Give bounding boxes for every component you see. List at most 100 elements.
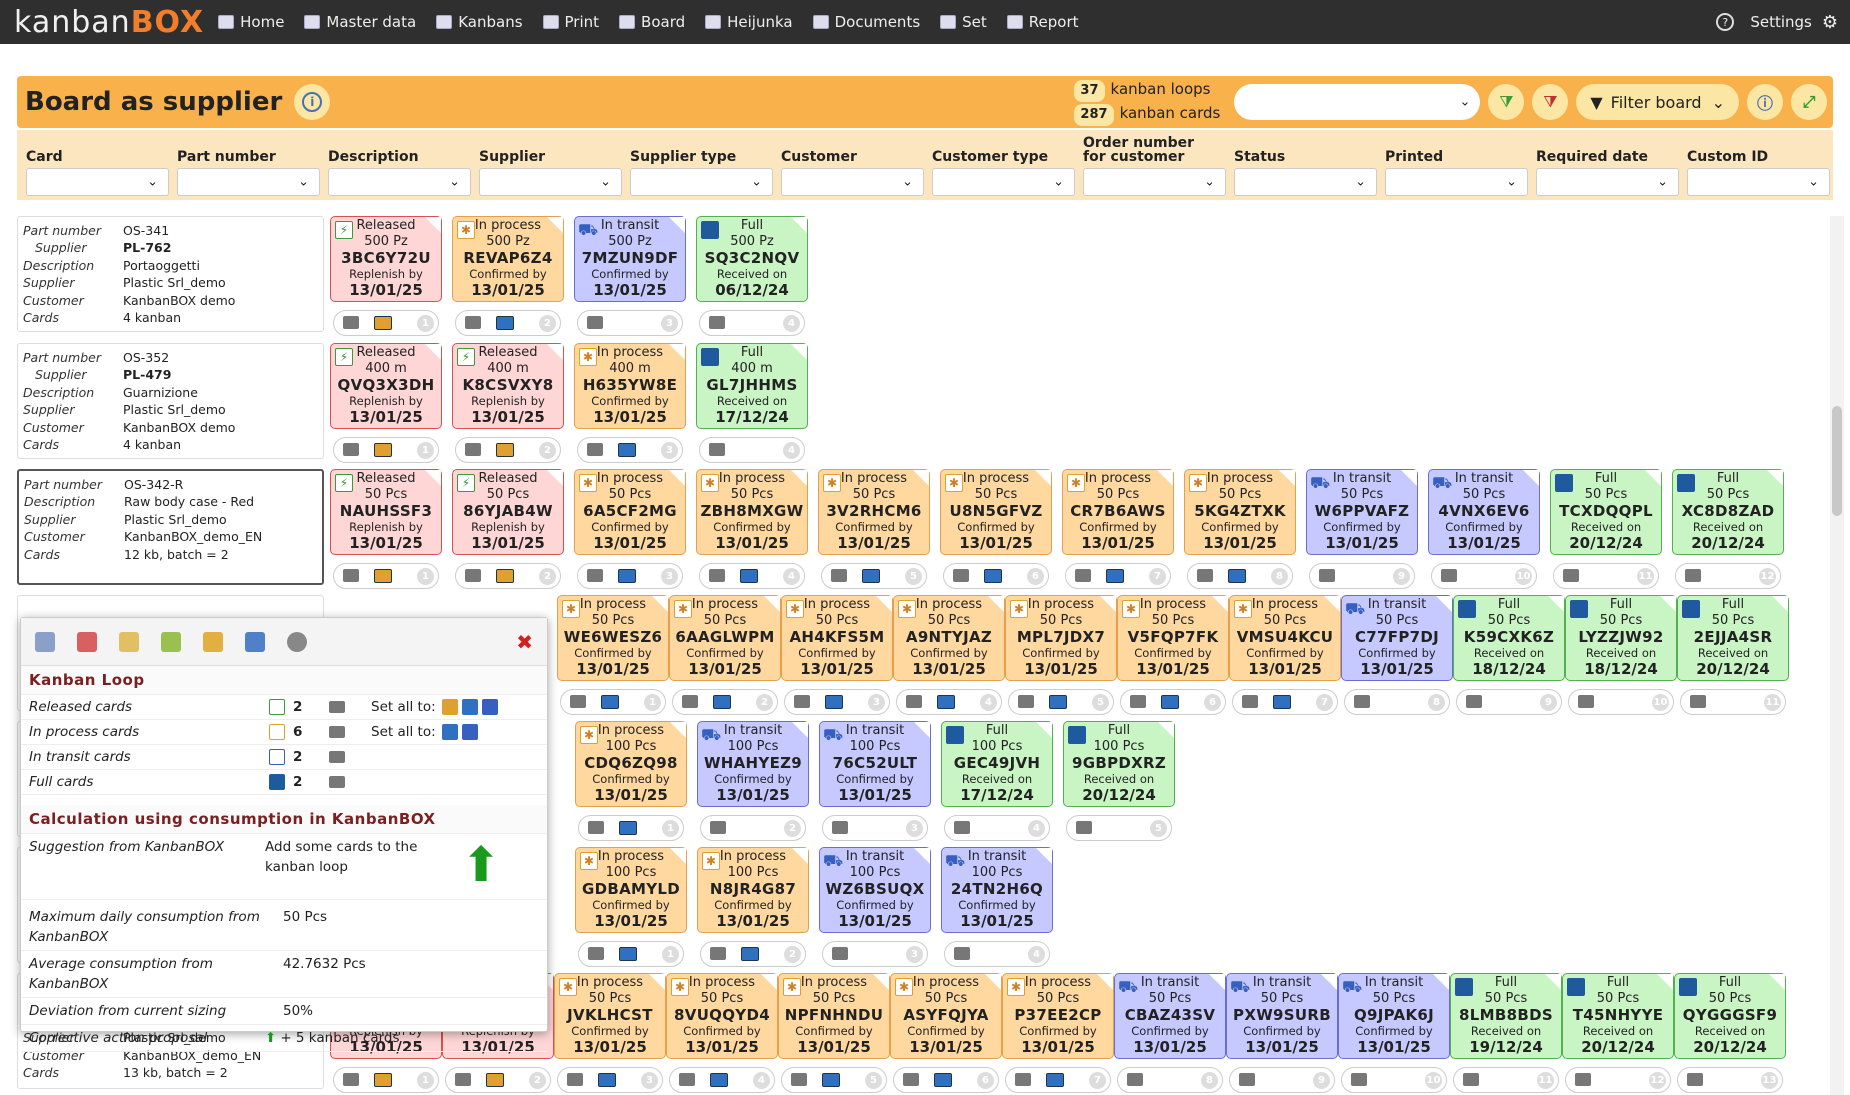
kanban-card[interactable]: Full 50 Pcs 2EJJA4SR Received on 20/12/24 11 <box>1677 595 1789 717</box>
filter-select[interactable]: ⌄ <box>1536 168 1679 196</box>
kanban-card[interactable]: In process 50 Pcs A9NTYJAZ Confirmed by 13/0… <box>893 595 1005 717</box>
advance-status-icon[interactable] <box>1228 569 1246 583</box>
print-icon[interactable] <box>953 569 969 582</box>
print-icon[interactable] <box>791 1073 807 1086</box>
nav-print[interactable]: Print <box>542 13 599 31</box>
kanban-card[interactable]: In process 500 Pz REVAP6Z4 Confirmed by 13/0… <box>452 216 564 338</box>
print-icon[interactable] <box>587 443 603 456</box>
print-icon[interactable] <box>710 947 726 960</box>
print-icon[interactable] <box>682 695 698 708</box>
print-icon[interactable] <box>329 726 345 738</box>
kanban-card-body[interactable]: In process 50 Pcs AH4KFS5M Confirmed by 13/0… <box>781 595 893 681</box>
kanban-card-body[interactable]: Released 50 Pcs 86YJAB4W Replenish by 13/01/… <box>452 469 564 555</box>
nav-documents[interactable]: Documents <box>812 13 920 31</box>
print-icon[interactable] <box>903 1073 919 1086</box>
print-icon[interactable] <box>1685 569 1701 582</box>
print-icon[interactable] <box>1578 695 1594 708</box>
kanban-card-body[interactable]: In process 50 Pcs CR7B6AWS Confirmed by 13/0… <box>1062 469 1174 555</box>
kanban-card[interactable]: In transit 50 Pcs C77FP7DJ Confirmed by 13/0… <box>1341 595 1453 717</box>
print-icon[interactable] <box>343 1073 359 1086</box>
kanban-card[interactable]: In transit 100 Pcs WZ6BSUQX Confirmed by 13/… <box>819 847 931 969</box>
nav-home[interactable]: Home <box>218 13 284 31</box>
kanban-card-body[interactable]: In process 50 Pcs 5KG4ZTXK Confirmed by 13/0… <box>1184 469 1296 555</box>
print-icon[interactable] <box>1319 569 1335 582</box>
add-filter-button[interactable]: ⧩ <box>1488 84 1525 120</box>
kanban-card-body[interactable]: In process 50 Pcs 3V2RHCM6 Confirmed by 13/0… <box>818 469 930 555</box>
kanban-card[interactable]: In process 50 Pcs 6AAGLWPM Confirmed by 13/0… <box>669 595 781 717</box>
nav-board[interactable]: Board <box>619 13 685 31</box>
kanban-card[interactable]: Full 50 Pcs QYGGGSF9 Received on 20/12/24 13 <box>1674 973 1786 1095</box>
kanbanbox-logo[interactable]: kanbanBOX <box>14 5 204 40</box>
kanban-card-body[interactable]: In process 50 Pcs 8VUQQYD4 Confirmed by 13/0… <box>666 973 778 1059</box>
kanban-card-body[interactable]: In transit 50 Pcs 4VNX6EV6 Confirmed by 13/0… <box>1428 469 1540 555</box>
users-icon[interactable] <box>161 631 181 652</box>
kanban-card[interactable]: In process 50 Pcs ASYFQJYA Confirmed by 13/0… <box>890 973 1002 1095</box>
kanban-card-body[interactable]: In process 50 Pcs A9NTYJAZ Confirmed by 13/0… <box>893 595 1005 681</box>
print-icon[interactable] <box>1441 569 1457 582</box>
board-select[interactable]: ⌄ <box>1234 84 1481 120</box>
print-icon[interactable] <box>587 316 603 329</box>
kanban-card-body[interactable]: Released 400 m QVQ3X3DH Replenish by 13/01/2… <box>330 343 442 429</box>
print-icon[interactable] <box>1463 1073 1479 1086</box>
remove-filter-button[interactable]: ⧩ <box>1532 84 1569 120</box>
kanban-card-body[interactable]: In process 50 Pcs 6A5CF2MG Confirmed by 13/0… <box>574 469 686 555</box>
kanban-card[interactable]: Full 50 Pcs 8LMB8BDS Received on 19/12/24 11 <box>1450 973 1562 1095</box>
kanban-card[interactable]: Full 400 m GL7JHHMS Received on 17/12/24 4 <box>696 343 808 465</box>
kanban-card-body[interactable]: In process 50 Pcs V5FQP7FK Confirmed by 13/0… <box>1117 595 1229 681</box>
print-icon[interactable] <box>1076 821 1092 834</box>
print-icon[interactable] <box>954 821 970 834</box>
kanban-card-body[interactable]: Full 100 Pcs GEC49JVH Received on 17/12/24 <box>941 721 1053 807</box>
kanban-card[interactable]: In process 50 Pcs ZBH8MXGW Confirmed by 13/0… <box>696 469 808 591</box>
print-icon[interactable] <box>343 316 359 329</box>
lock-icon[interactable] <box>203 631 223 652</box>
kanban-card-body[interactable]: In process 50 Pcs P37EE2CP Confirmed by 13/0… <box>1002 973 1114 1059</box>
kanban-card[interactable]: Full 50 Pcs LYZZJW92 Received on 18/12/24 10 <box>1565 595 1677 717</box>
filter-select[interactable]: ⌄ <box>781 168 924 196</box>
kanban-card[interactable]: Released 400 m K8CSVXY8 Replenish by 13/01/2… <box>452 343 564 465</box>
kanban-card-body[interactable]: Released 50 Pcs NAUHSSF3 Replenish by 13/01/… <box>330 469 442 555</box>
advance-status-icon[interactable] <box>825 695 843 709</box>
kanban-card-body[interactable]: In transit 100 Pcs WHAHYEZ9 Confirmed by 13/… <box>697 721 809 807</box>
set-intransit-icon[interactable] <box>461 699 478 715</box>
kanban-card-body[interactable]: Full 50 Pcs T45NHYYE Received on 20/12/24 <box>1562 973 1674 1059</box>
kanban-card-body[interactable]: In transit 50 Pcs CBAZ43SV Confirmed by 13/0… <box>1114 973 1226 1059</box>
kanban-card-body[interactable]: Released 500 Pz 3BC6Y72U Replenish by 13/01/… <box>330 216 442 302</box>
kanban-card[interactable]: In process 50 Pcs CR7B6AWS Confirmed by 13/0… <box>1062 469 1174 591</box>
kanban-card[interactable]: In transit 50 Pcs Q9JPAK6J Confirmed by 13/0… <box>1338 973 1450 1095</box>
board-scrollbar[interactable] <box>1830 216 1844 1095</box>
scrollbar-thumb[interactable] <box>1832 406 1842 516</box>
kanban-card-body[interactable]: In process 500 Pz REVAP6Z4 Confirmed by 13/0… <box>452 216 564 302</box>
kanban-card[interactable]: In process 100 Pcs GDBAMYLD Confirmed by 13/… <box>575 847 687 969</box>
kanban-card-body[interactable]: In process 50 Pcs 6AAGLWPM Confirmed by 13/0… <box>669 595 781 681</box>
print-icon[interactable] <box>1018 695 1034 708</box>
advance-status-icon[interactable] <box>496 316 514 330</box>
print-icon[interactable] <box>588 947 604 960</box>
settings-link[interactable]: Settings <box>1750 13 1812 31</box>
kanban-card[interactable]: In process 50 Pcs 5KG4ZTXK Confirmed by 13/0… <box>1184 469 1296 591</box>
kanban-card[interactable]: Released 400 m QVQ3X3DH Replenish by 13/01/2… <box>330 343 442 465</box>
advance-status-icon[interactable] <box>598 1073 616 1087</box>
kanban-card[interactable]: Full 500 Pz SQ3C2NQV Received on 06/12/24 4 <box>696 216 808 338</box>
info-button[interactable]: i <box>294 84 331 120</box>
kanban-card[interactable]: In transit 50 Pcs W6PPVAFZ Confirmed by 13/0… <box>1306 469 1418 591</box>
board-info-button[interactable]: ⓘ <box>1747 84 1783 120</box>
print-icon[interactable] <box>1351 1073 1367 1086</box>
nav-kanbans[interactable]: Kanbans <box>436 13 523 31</box>
kanban-card[interactable]: In process 50 Pcs VMSU4KCU Confirmed by 13/0… <box>1229 595 1341 717</box>
kanban-card[interactable]: In process 50 Pcs U8N5GFVZ Confirmed by 13/0… <box>940 469 1052 591</box>
print-icon[interactable] <box>954 947 970 960</box>
kanban-card-body[interactable]: In process 50 Pcs ZBH8MXGW Confirmed by 13/0… <box>696 469 808 555</box>
print-icon[interactable] <box>709 316 725 329</box>
kanban-card[interactable]: Full 100 Pcs GEC49JVH Received on 17/12/24 4 <box>941 721 1053 843</box>
kanban-card-body[interactable]: Full 50 Pcs TCXDQQPL Received on 20/12/24 <box>1550 469 1662 555</box>
kanban-card-body[interactable]: In transit 500 Pz 7MZUN9DF Confirmed by 13/0… <box>574 216 686 302</box>
kanban-card-body[interactable]: In transit 100 Pcs 76C52ULT Confirmed by 13/… <box>819 721 931 807</box>
kanban-card[interactable]: In process 50 Pcs NPFNHNDU Confirmed by 13/0… <box>778 973 890 1095</box>
advance-status-icon[interactable] <box>486 1073 504 1087</box>
advance-status-icon[interactable] <box>934 1073 952 1087</box>
filter-select[interactable]: ⌄ <box>1083 168 1226 196</box>
advance-status-icon[interactable] <box>374 569 392 583</box>
kanban-card-body[interactable]: In process 50 Pcs U8N5GFVZ Confirmed by 13/0… <box>940 469 1052 555</box>
advance-status-icon[interactable] <box>1049 695 1067 709</box>
print-icon[interactable] <box>329 701 345 713</box>
